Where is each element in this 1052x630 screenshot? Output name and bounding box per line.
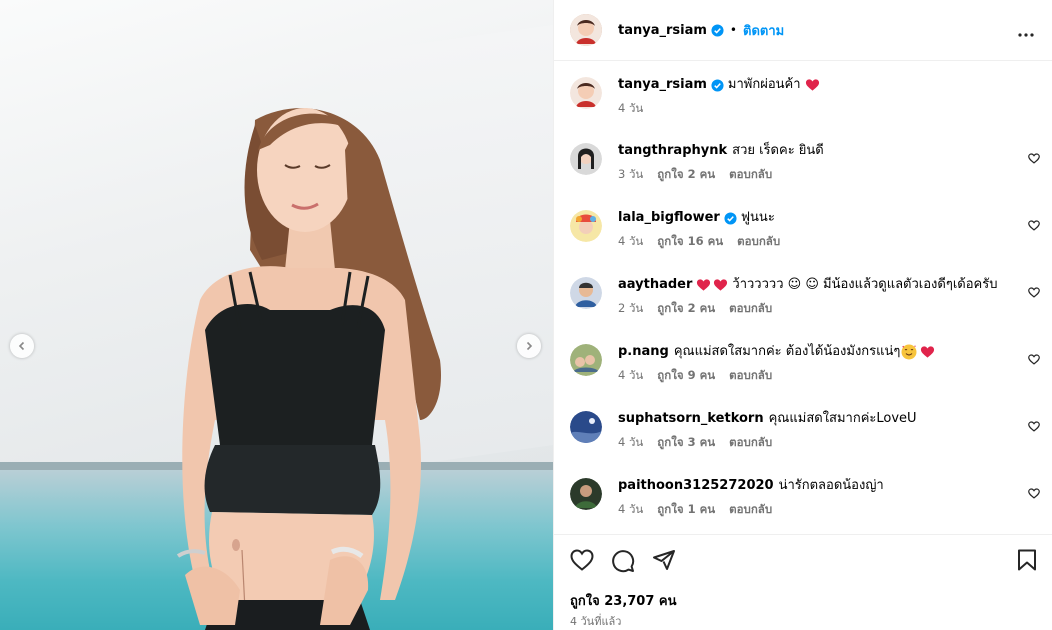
comment-likes[interactable]: ถูกใจ 2 คน [657,166,715,184]
post-image[interactable] [0,0,553,630]
comment-text: ฟูนนะ [740,210,775,225]
comment-item: suphatsorn_ketkorn คุณแม่สดใสมากค่ะLoveU… [570,410,1040,452]
share-paper-plane-icon[interactable] [652,549,676,573]
next-image-button[interactable] [517,334,541,358]
comment-time[interactable]: 3 วัน [618,166,643,184]
commenter-avatar[interactable] [570,143,602,175]
comment-time[interactable]: 4 วัน [618,501,643,519]
owner-avatar[interactable] [570,14,602,46]
like-comment-heart-icon[interactable] [1028,216,1040,235]
reply-button[interactable]: ตอบกลับ [729,434,772,452]
reply-button[interactable]: ตอบกลับ [729,501,772,519]
comment-item: aaythader ว้าววววว ☺ ☺ มีน้องแล้วดูแลตัว… [570,276,1040,318]
comment-time[interactable]: 4 วัน [618,367,643,385]
comment-item: lala_bigflower ฟูนนะ 4 วัน ถูกใจ 16 คน ต… [570,209,1040,251]
like-comment-heart-icon[interactable] [1028,484,1040,503]
reply-button[interactable]: ตอบกลับ [729,367,772,385]
commenter-avatar[interactable] [570,344,602,376]
verified-badge-icon [711,23,724,37]
comment-username[interactable]: lala_bigflower [618,209,720,227]
caption-text: มาพักผ่อนค้า [727,77,801,92]
like-comment-heart-icon[interactable] [1028,350,1040,369]
comment-text: ว้าววววว ☺ ☺ มีน้องแล้วดูแลตัวเองดีๆเด้อ… [732,277,998,292]
commenter-avatar[interactable] [570,478,602,510]
reply-button[interactable]: ตอบกลับ [729,300,772,318]
bookmark-save-icon[interactable] [1017,549,1037,571]
smiling-face-hearts-emoji-icon [901,344,917,360]
comment-username[interactable]: aaythader [618,276,692,294]
chevron-left-icon [18,341,25,351]
red-heart-emoji-icon [713,278,728,292]
like-comment-heart-icon[interactable] [1028,417,1040,436]
caption-username[interactable]: tanya_rsiam [618,76,707,94]
reply-button[interactable]: ตอบกลับ [729,166,772,184]
comment-likes[interactable]: ถูกใจ 2 คน [657,300,715,318]
comment-item: tangthraphynk สวย เร็ดคะ ยินดี 3 วัน ถูก… [570,142,1040,184]
comment-time[interactable]: 4 วัน [618,233,643,251]
post-header: tanya_rsiam • ติดตาม [554,0,1052,61]
person-figure [176,108,441,630]
verified-badge-icon [724,211,737,225]
comment-username[interactable]: paithoon3125272020 [618,477,774,495]
red-heart-emoji-icon [805,78,820,92]
post-actions: ถูกใจ 23,707 คน 4 วันที่แล้ว [554,534,1052,630]
comment-text: สวย เร็ดคะ ยินดี [732,143,824,158]
comments-list[interactable]: tanya_rsiam มาพักผ่อนค้า 4 วัน tangthrap… [554,61,1052,534]
comment-likes[interactable]: ถูกใจ 9 คน [657,367,715,385]
comment-username[interactable]: tangthraphynk [618,142,727,160]
post-detail-panel: tanya_rsiam • ติดตาม tanya_rsiam มาพักผ่… [553,0,1052,630]
reply-button[interactable]: ตอบกลับ [737,233,780,251]
comment-username[interactable]: p.nang [618,343,669,361]
caption-avatar[interactable] [570,77,602,109]
commenter-avatar[interactable] [570,277,602,309]
comment-username[interactable]: suphatsorn_ketkorn [618,410,764,428]
comment-bubble-icon[interactable] [611,549,635,573]
comment-likes[interactable]: ถูกใจ 3 คน [657,434,715,452]
caption: tanya_rsiam มาพักผ่อนค้า 4 วัน [570,76,1040,118]
commenter-avatar[interactable] [570,411,602,443]
caption-time[interactable]: 4 วัน [618,100,643,118]
comment-text: น่ารักตลอดน้องญ่า [778,478,884,493]
header-separator: • [729,23,737,37]
comment-text: คุณแม่สดใสมากค่ะ ต้องได้น้องมังกรแน่ๆ [673,344,901,359]
chevron-right-icon [526,341,533,351]
comment-likes[interactable]: ถูกใจ 16 คน [657,233,723,251]
comment-likes[interactable]: ถูกใจ 1 คน [657,501,715,519]
comment-time[interactable]: 2 วัน [618,300,643,318]
like-comment-heart-icon[interactable] [1028,283,1040,302]
owner-username[interactable]: tanya_rsiam [618,23,707,38]
red-heart-emoji-icon [696,278,711,292]
follow-button[interactable]: ติดตาม [743,20,784,41]
previous-image-button[interactable] [10,334,34,358]
red-heart-emoji-icon [920,345,935,359]
comment-item: p.nang คุณแม่สดใสมากค่ะ ต้องได้น้องมังกร… [570,343,1040,385]
comment-time[interactable]: 4 วัน [618,434,643,452]
post-timestamp[interactable]: 4 วันที่แล้ว [570,612,621,630]
commenter-avatar[interactable] [570,210,602,242]
verified-badge-icon [711,78,724,92]
comment-item: paithoon3125272020 น่ารักตลอดน้องญ่า 4 ว… [570,477,1040,519]
more-options-icon[interactable] [1018,22,1034,41]
like-comment-heart-icon[interactable] [1028,149,1040,168]
comment-text: คุณแม่สดใสมากค่ะLoveU [768,411,917,426]
like-heart-icon[interactable] [570,549,594,573]
post-likes-count[interactable]: ถูกใจ 23,707 คน [570,590,677,611]
